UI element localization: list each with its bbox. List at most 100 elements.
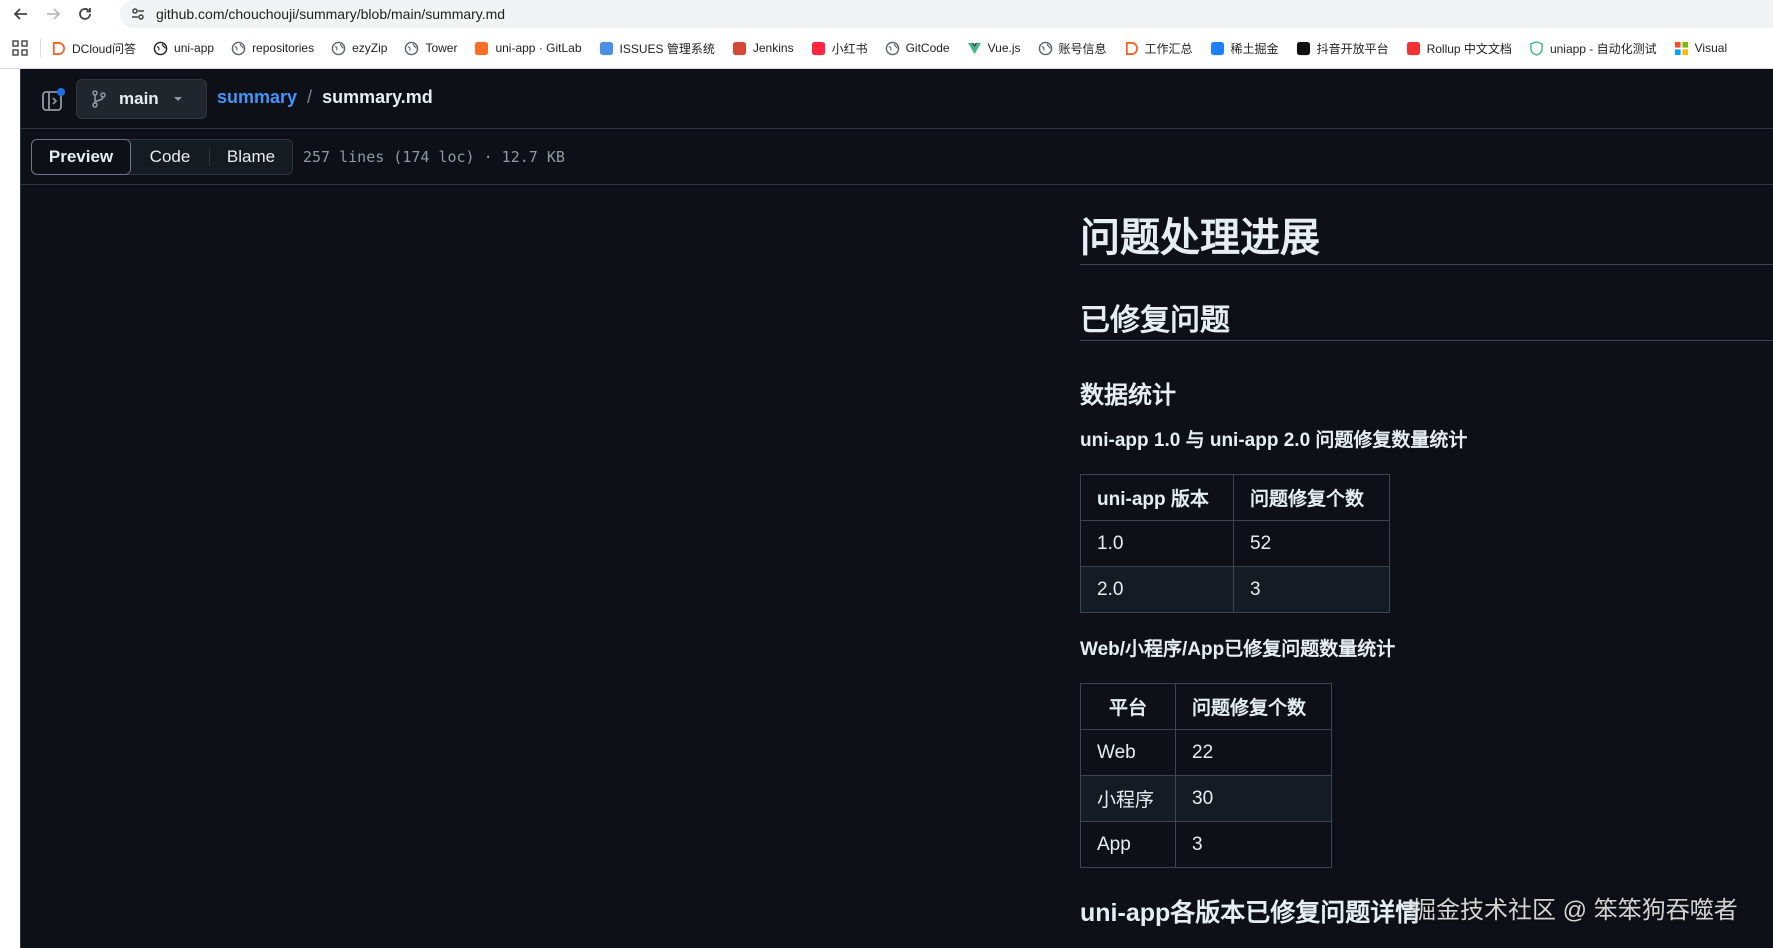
table-cell: 3 bbox=[1233, 566, 1390, 613]
site-settings-icon[interactable] bbox=[130, 6, 146, 22]
bookmark-item[interactable]: Visual bbox=[1674, 41, 1727, 56]
reload-button[interactable] bbox=[74, 3, 96, 25]
view-mode-segmented-control: Preview Code Blame bbox=[31, 139, 293, 175]
douyin-icon bbox=[1296, 41, 1311, 56]
tab-blame[interactable]: Blame bbox=[210, 140, 292, 174]
bookmark-item[interactable]: uni-app · GitLab bbox=[474, 41, 582, 56]
bookmarks-bar: DCloud问答 uni-app repositories ezyZip Tower un… bbox=[0, 28, 1773, 69]
bookmarks-list: DCloud问答 uni-app repositories ezyZip Tower un… bbox=[51, 40, 1744, 57]
bookmark-label: Vue.js bbox=[987, 41, 1021, 55]
file-meta-info: 257 lines (174 loc) · 12.7 KB bbox=[303, 148, 565, 166]
bookmark-label: ezyZip bbox=[352, 41, 388, 55]
bookmark-item[interactable]: 账号信息 bbox=[1038, 40, 1107, 57]
platform-fix-count-table: 平台 问题修复个数 Web 22 小程序 30 App 3 bbox=[1080, 683, 1332, 868]
table-cell: App bbox=[1080, 821, 1176, 868]
forward-button[interactable] bbox=[42, 3, 64, 25]
bookmark-label: ISSUES 管理系统 bbox=[619, 41, 715, 56]
address-bar[interactable]: github.com/chouchouji/summary/blob/main/… bbox=[120, 0, 1773, 28]
bookmark-label: 稀土掘金 bbox=[1230, 41, 1279, 56]
table-header-row: 平台 问题修复个数 bbox=[1080, 683, 1332, 730]
bookmark-item[interactable]: uniapp - 自动化测试 bbox=[1529, 40, 1657, 57]
watermark: 掘金技术社区 @ 笨笨狗吞噬者 bbox=[1412, 897, 1738, 924]
apps-grid-icon[interactable] bbox=[12, 40, 28, 56]
bookmark-item[interactable]: repositories bbox=[231, 41, 314, 56]
url-text: github.com/chouchouji/summary/blob/main/… bbox=[156, 6, 506, 22]
xiaohongshu-icon bbox=[811, 41, 826, 56]
bookmark-label: Visual bbox=[1694, 41, 1728, 55]
gitlab-icon bbox=[474, 41, 489, 56]
breadcrumb: summary / summary.md bbox=[217, 87, 433, 108]
bookmark-label: uniapp - 自动化测试 bbox=[1549, 41, 1657, 56]
table-header-row: uni-app 版本 问题修复个数 bbox=[1080, 474, 1390, 521]
page-title: 问题处理进展 bbox=[1080, 216, 1320, 260]
repo-header: main summary / summary.md bbox=[21, 69, 1773, 129]
chevron-down-icon bbox=[173, 97, 182, 101]
microsoft-icon bbox=[1674, 41, 1689, 56]
vue-icon bbox=[967, 41, 982, 56]
bookmark-item[interactable]: 稀土掘金 bbox=[1210, 40, 1279, 57]
table-header-cell: uni-app 版本 bbox=[1080, 474, 1234, 521]
tab-code[interactable]: Code bbox=[131, 140, 209, 174]
dcloud-icon bbox=[51, 41, 66, 56]
bookmark-label: DCloud问答 bbox=[72, 41, 137, 56]
table2-title: Web/小程序/App已修复问题数量统计 bbox=[1080, 639, 1396, 660]
bookmark-item[interactable]: ezyZip bbox=[331, 41, 387, 56]
version-fix-count-table: uni-app 版本 问题修复个数 1.0 52 2.0 3 bbox=[1080, 474, 1390, 613]
bookmark-item[interactable]: 抖音开放平台 bbox=[1296, 40, 1389, 57]
arrow-right-icon bbox=[47, 8, 61, 20]
bookmark-item[interactable]: GitCode bbox=[885, 41, 950, 56]
section-heading-version-details: uni-app各版本已修复问题详情 bbox=[1080, 899, 1421, 927]
bookmark-label: GitCode bbox=[905, 41, 950, 55]
back-button[interactable] bbox=[10, 3, 32, 25]
juejin-icon bbox=[1210, 41, 1225, 56]
arrow-left-icon bbox=[13, 8, 27, 20]
bookmark-label: Rollup 中文文档 bbox=[1426, 41, 1512, 56]
table-header-cell: 平台 bbox=[1080, 683, 1176, 730]
browser-toolbar: github.com/chouchouji/summary/blob/main/… bbox=[0, 0, 1773, 28]
tab-preview[interactable]: Preview bbox=[31, 139, 131, 175]
bookmark-item[interactable]: Tower bbox=[404, 41, 457, 56]
table-cell: 1.0 bbox=[1080, 520, 1234, 567]
section-heading-fixed: 已修复问题 bbox=[1080, 304, 1230, 337]
bookmark-label: 抖音开放平台 bbox=[1316, 41, 1389, 56]
bookmark-item[interactable]: 工作汇总 bbox=[1124, 40, 1193, 57]
bookmark-item[interactable]: uni-app bbox=[153, 41, 214, 56]
table-header-cell: 问题修复个数 bbox=[1175, 683, 1332, 730]
bookmark-item[interactable]: DCloud问答 bbox=[51, 40, 136, 57]
bookmark-label: Jenkins bbox=[752, 41, 794, 55]
branch-selector-button[interactable]: main bbox=[76, 79, 207, 119]
breadcrumb-separator: / bbox=[307, 87, 313, 107]
table-cell: 52 bbox=[1233, 520, 1390, 567]
bookmarks-divider bbox=[40, 39, 41, 57]
table-row: App 3 bbox=[1080, 821, 1332, 868]
bookmark-label: 账号信息 bbox=[1058, 41, 1107, 56]
breadcrumb-file-name: summary.md bbox=[322, 87, 433, 107]
bookmark-item[interactable]: Jenkins bbox=[732, 41, 794, 56]
table-cell: 小程序 bbox=[1080, 775, 1176, 822]
heading-rule bbox=[1080, 264, 1773, 265]
bookmark-item[interactable]: Rollup 中文文档 bbox=[1406, 40, 1512, 57]
globe-icon bbox=[404, 41, 419, 56]
globe-icon bbox=[231, 41, 246, 56]
github-icon bbox=[153, 41, 168, 56]
table-cell: 22 bbox=[1175, 729, 1332, 776]
reload-icon bbox=[79, 8, 91, 20]
bookmark-label: Tower bbox=[425, 41, 458, 55]
left-rail-gap bbox=[0, 69, 20, 948]
table-cell: 30 bbox=[1175, 775, 1332, 822]
bookmark-item[interactable]: Vue.js bbox=[967, 41, 1021, 56]
bookmark-label: 小红书 bbox=[831, 41, 868, 56]
table-cell: 2.0 bbox=[1080, 566, 1234, 613]
side-panel-toggle-icon[interactable] bbox=[40, 87, 66, 113]
bookmark-label: 工作汇总 bbox=[1144, 41, 1193, 56]
table-row: 2.0 3 bbox=[1080, 566, 1390, 613]
table-cell: Web bbox=[1080, 729, 1176, 776]
gear-icon bbox=[599, 41, 614, 56]
left-rail bbox=[0, 69, 21, 948]
bookmark-item[interactable]: ISSUES 管理系统 bbox=[599, 40, 715, 57]
breadcrumb-repo-link[interactable]: summary bbox=[217, 87, 297, 108]
bookmark-item[interactable]: 小红书 bbox=[811, 40, 868, 57]
table-row: Web 22 bbox=[1080, 729, 1332, 776]
jenkins-icon bbox=[732, 41, 747, 56]
heading-rule bbox=[1080, 340, 1773, 341]
